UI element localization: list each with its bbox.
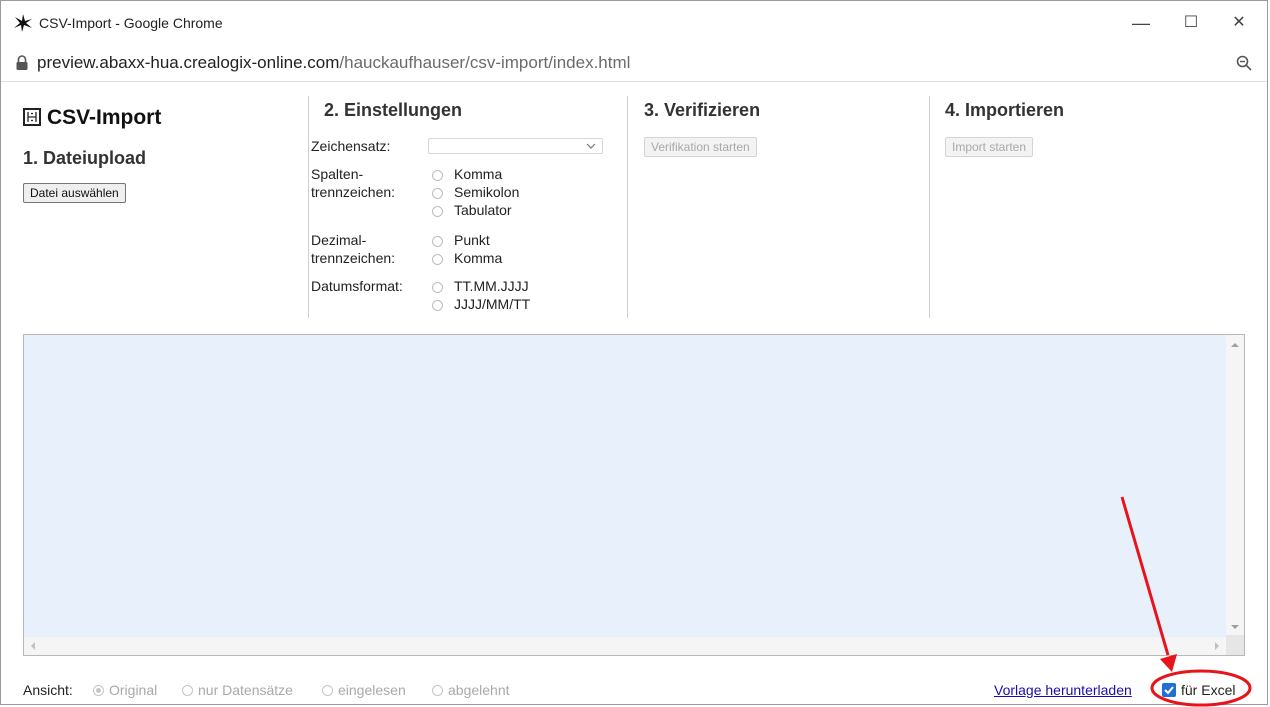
zoom-icon[interactable]: [1235, 54, 1253, 72]
column-divider: [308, 96, 309, 318]
app-title: CSV-Import: [23, 106, 161, 130]
separator-option: Tabulator: [454, 202, 512, 218]
checkmark-icon: [1164, 686, 1174, 695]
maximize-button[interactable]: ☐: [1171, 9, 1211, 37]
step1-heading: 1. Dateiupload: [23, 148, 147, 168]
scroll-up-icon[interactable]: [1230, 342, 1240, 348]
step2-panel: 2. Einstellungen Zeichensatz: Spalten- t…: [311, 82, 614, 322]
charset-label: Zeichensatz:: [311, 138, 391, 154]
separator-radio-komma[interactable]: [432, 170, 443, 181]
step1-panel: CSV-Import 1. Dateiupload Datei auswähle…: [23, 82, 293, 322]
excel-label: für Excel: [1181, 682, 1236, 698]
horizontal-scrollbar[interactable]: [24, 637, 1226, 655]
decimal-option: Punkt: [454, 232, 490, 248]
date-radio-jjjjmmtt[interactable]: [432, 300, 443, 311]
scroll-down-icon[interactable]: [1230, 624, 1240, 630]
choose-file-button[interactable]: Datei auswählen: [23, 183, 126, 203]
step3-panel: 3. Verifizieren Verifikation starten: [644, 82, 914, 322]
separator-option: Komma: [454, 166, 503, 182]
url-text[interactable]: preview.abaxx-hua.crealogix-online.com/h…: [37, 53, 630, 73]
view-radio-eingelesen[interactable]: [322, 685, 333, 696]
address-bar[interactable]: preview.abaxx-hua.crealogix-online.com/h…: [1, 45, 1267, 82]
date-option: JJJJ/MM/TT: [454, 296, 531, 312]
date-format-label: Datumsformat:: [311, 278, 403, 294]
close-button[interactable]: ✕: [1219, 9, 1259, 37]
start-verification-button[interactable]: Verifikation starten: [644, 137, 757, 157]
app-logo-icon: [23, 108, 41, 126]
page-content: CSV-Import 1. Dateiupload Datei auswähle…: [1, 82, 1267, 704]
excel-checkbox[interactable]: [1162, 683, 1176, 697]
window-title: CSV-Import - Google Chrome: [39, 15, 223, 31]
view-radio-original[interactable]: [93, 685, 104, 696]
decimal-separator-label-2: trennzeichen:: [311, 250, 396, 266]
scroll-left-icon[interactable]: [30, 641, 36, 651]
separator-radio-tabulator[interactable]: [432, 206, 443, 217]
title-bar: CSV-Import - Google Chrome — ☐ ✕: [1, 1, 1267, 45]
view-option: abgelehnt: [448, 682, 510, 698]
column-separator-label-1: Spalten-: [311, 166, 364, 182]
step4-heading: 4. Importieren: [945, 100, 1065, 120]
column-divider: [929, 96, 930, 318]
column-separator-label-2: trennzeichen:: [311, 184, 396, 200]
decimal-radio-punkt[interactable]: [432, 236, 443, 247]
date-radio-ttmmjjjj[interactable]: [432, 282, 443, 293]
scrollbar-corner: [1226, 635, 1244, 655]
app-star-logo-icon: [14, 14, 32, 32]
date-option: TT.MM.JJJJ: [454, 278, 529, 294]
start-import-button[interactable]: Import starten: [945, 137, 1034, 157]
lock-icon: [16, 55, 28, 70]
app-title-text: CSV-Import: [47, 106, 162, 129]
scroll-right-icon[interactable]: [1214, 641, 1220, 651]
download-template-link[interactable]: Vorlage herunterladen: [994, 682, 1132, 698]
separator-option: Semikolon: [454, 184, 520, 200]
view-label: Ansicht:: [23, 682, 73, 698]
url-path: /hauckaufhauser/csv-import/index.html: [339, 53, 631, 72]
decimal-separator-label-1: Dezimal-: [311, 232, 367, 248]
chevron-down-icon: [586, 143, 596, 149]
view-radio-nur-datensaetze[interactable]: [182, 685, 193, 696]
view-footer: Ansicht: Original nur Datensätze eingele…: [23, 680, 1249, 702]
view-option: Original: [109, 682, 158, 698]
step3-heading: 3. Verifizieren: [644, 100, 761, 120]
view-option: nur Datensätze: [198, 682, 293, 698]
url-domain: preview.abaxx-hua.crealogix-online.com: [37, 53, 340, 72]
step4-panel: 4. Importieren Import starten: [945, 82, 1235, 322]
browser-window: CSV-Import - Google Chrome — ☐ ✕ preview…: [0, 0, 1268, 705]
step2-heading: 2. Einstellungen: [324, 100, 463, 120]
minimize-button[interactable]: —: [1121, 9, 1161, 37]
view-radio-abgelehnt[interactable]: [432, 685, 443, 696]
decimal-option: Komma: [454, 250, 503, 266]
decimal-radio-komma[interactable]: [432, 254, 443, 265]
separator-radio-semikolon[interactable]: [432, 188, 443, 199]
data-preview-area[interactable]: [23, 334, 1245, 656]
vertical-scrollbar[interactable]: [1226, 335, 1244, 637]
charset-select[interactable]: [428, 138, 603, 154]
column-divider: [627, 96, 628, 318]
view-option: eingelesen: [338, 682, 406, 698]
